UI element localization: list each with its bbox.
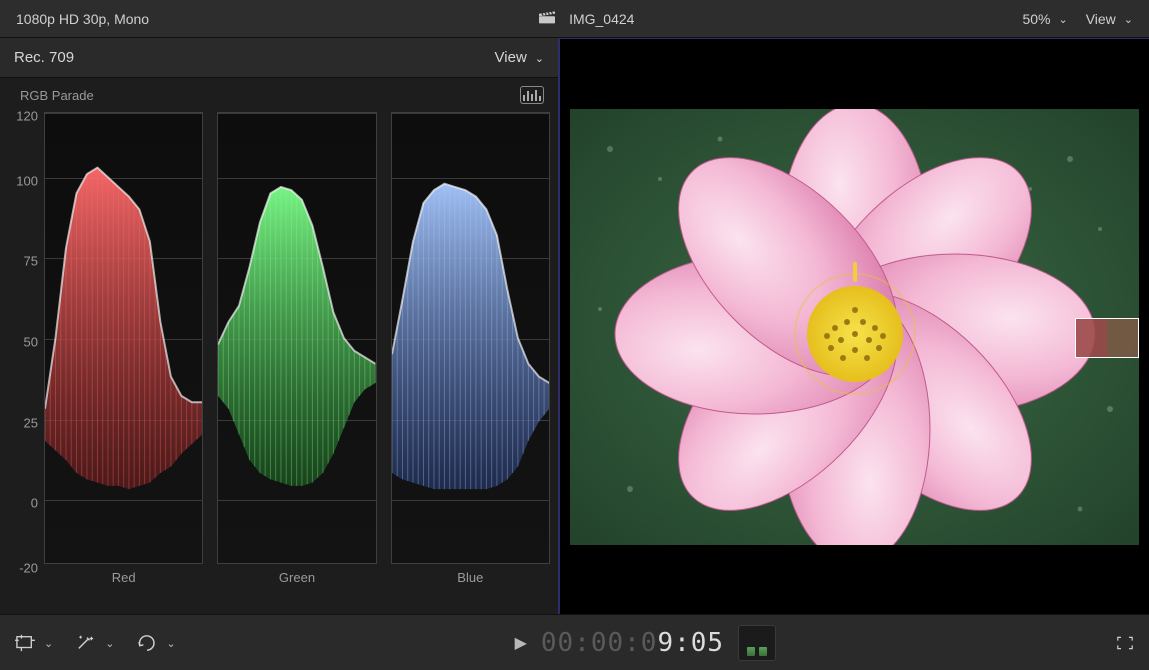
- clapperboard-icon: [537, 9, 557, 28]
- play-button[interactable]: ▶: [515, 633, 527, 653]
- chevron-down-icon: ⌄: [535, 52, 544, 65]
- retime-tool-dropdown[interactable]: ⌄: [136, 634, 175, 652]
- scope-body: 1201007550250-20 Red Green Blue: [0, 112, 558, 614]
- channel-label: Blue: [391, 570, 550, 585]
- waveform-green: [217, 112, 376, 564]
- waveform-blue: [391, 112, 550, 564]
- chevron-down-icon: ⌄: [105, 637, 114, 650]
- enhance-tool-dropdown[interactable]: ⌄: [75, 634, 114, 652]
- scope-header: Rec. 709 View ⌄: [0, 38, 558, 78]
- fullscreen-button[interactable]: [1115, 635, 1135, 651]
- scope-subheader: RGB Parade: [0, 78, 558, 112]
- chevron-down-icon: ⌄: [166, 637, 175, 650]
- scope-channels: Red Green Blue: [44, 112, 550, 606]
- scope-colorspace: Rec. 709: [14, 49, 74, 66]
- viewer-canvas: [570, 109, 1139, 545]
- scope-y-axis: 1201007550250-20: [4, 116, 44, 568]
- main-area: Rec. 709 View ⌄ RGB Parade 1201007550250…: [0, 38, 1149, 614]
- clip-format: 1080p HD 30p, Mono: [16, 11, 149, 27]
- clip-name: IMG_0424: [569, 11, 634, 27]
- zoom-dropdown[interactable]: 50% ⌄: [1022, 11, 1067, 27]
- topbar: 1080p HD 30p, Mono IMG_0424 50% ⌄ View ⌄: [0, 0, 1149, 38]
- scope-layout-icon[interactable]: [520, 86, 544, 104]
- scope-panel: Rec. 709 View ⌄ RGB Parade 1201007550250…: [0, 38, 560, 614]
- scope-channel-green: Green: [217, 112, 376, 606]
- channel-label: Red: [44, 570, 203, 585]
- chevron-down-icon: ⌄: [44, 637, 53, 650]
- scope-view-dropdown[interactable]: View ⌄: [495, 49, 544, 66]
- channel-label: Green: [217, 570, 376, 585]
- chevron-down-icon: ⌄: [1124, 13, 1133, 26]
- timecode-display[interactable]: 00:00:09:05: [541, 628, 724, 658]
- transport-bar: ⌄ ⌄ ⌄ ▶ 00:00:09:05: [0, 614, 1149, 670]
- chevron-down-icon: ⌄: [1058, 13, 1067, 26]
- waveform-red: [44, 112, 203, 564]
- scope-channel-red: Red: [44, 112, 203, 606]
- crop-tool-dropdown[interactable]: ⌄: [14, 634, 53, 652]
- color-sample-swatch[interactable]: [1075, 318, 1139, 358]
- audio-meters[interactable]: [738, 625, 776, 661]
- view-dropdown[interactable]: View ⌄: [1086, 11, 1133, 27]
- scope-channel-blue: Blue: [391, 112, 550, 606]
- scope-mode-label: RGB Parade: [20, 88, 94, 103]
- viewer[interactable]: [560, 38, 1149, 614]
